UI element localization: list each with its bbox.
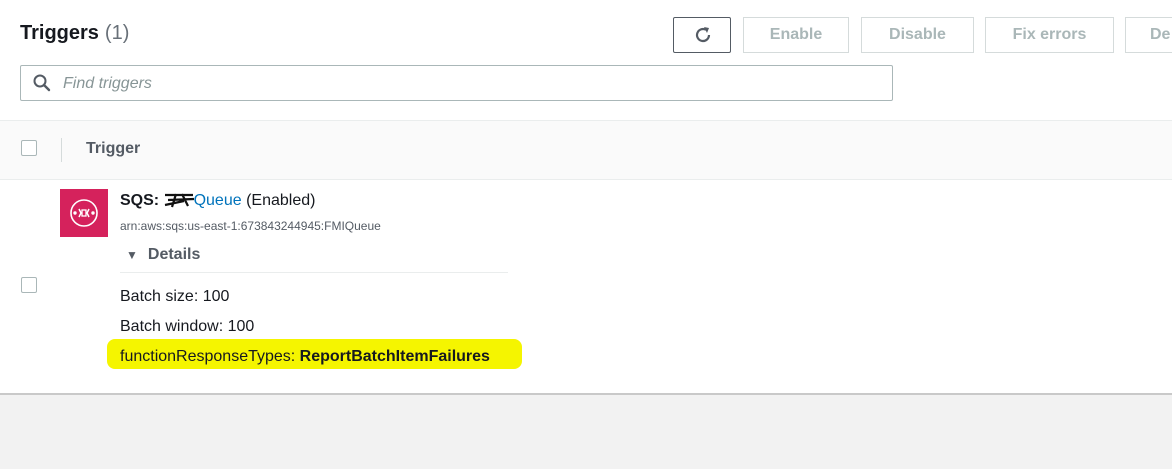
trigger-column-header[interactable]: Trigger	[86, 140, 140, 158]
details-divider	[120, 272, 508, 273]
enable-button[interactable]: Enable	[743, 17, 849, 53]
sqs-icon	[60, 189, 108, 237]
search-icon	[33, 74, 51, 92]
trigger-title: SQS: Queue (Enabled)	[120, 192, 315, 210]
function-response-label: functionResponseTypes:	[120, 348, 296, 365]
trigger-status: (Enabled)	[246, 192, 316, 209]
details-label: Details	[147, 246, 201, 263]
triggers-panel: Triggers (1) Enable Disable Fix errors De…	[0, 0, 1172, 395]
search-placeholder: Find triggers	[63, 75, 152, 92]
batch-size-line: Batch size: 100	[120, 288, 229, 306]
details-toggle[interactable]: ▼ Details	[126, 246, 200, 264]
delete-button[interactable]: De	[1125, 17, 1172, 53]
select-all-checkbox[interactable]	[21, 140, 37, 156]
triggers-count: (1)	[104, 22, 130, 44]
batch-size-value: 100	[202, 288, 230, 305]
row-checkbox[interactable]	[21, 277, 37, 293]
fix-errors-button[interactable]: Fix errors	[985, 17, 1114, 53]
table-header: Trigger	[0, 120, 1172, 180]
batch-size-label: Batch size:	[120, 288, 199, 305]
refresh-icon	[695, 27, 711, 43]
search-input[interactable]: Find triggers	[20, 65, 893, 101]
caret-down-icon: ▼	[126, 248, 138, 262]
function-response-line: functionResponseTypes: ReportBatchItemFa…	[120, 348, 490, 366]
column-divider	[61, 138, 62, 162]
redaction-mark	[164, 193, 194, 208]
triggers-title: Triggers	[20, 22, 99, 44]
panel-title: Triggers (1)	[20, 22, 129, 45]
refresh-button[interactable]	[673, 17, 731, 53]
trigger-service: SQS:	[120, 192, 160, 209]
queue-link[interactable]: Queue	[194, 192, 242, 209]
disable-button[interactable]: Disable	[861, 17, 974, 53]
function-response-value: ReportBatchItemFailures	[299, 348, 490, 365]
batch-window-label: Batch window:	[120, 318, 224, 335]
batch-window-value: 100	[227, 318, 255, 335]
trigger-arn: arn:aws:sqs:us-east-1:673843244945:FMIQu…	[120, 219, 381, 233]
batch-window-line: Batch window: 100	[120, 318, 254, 336]
